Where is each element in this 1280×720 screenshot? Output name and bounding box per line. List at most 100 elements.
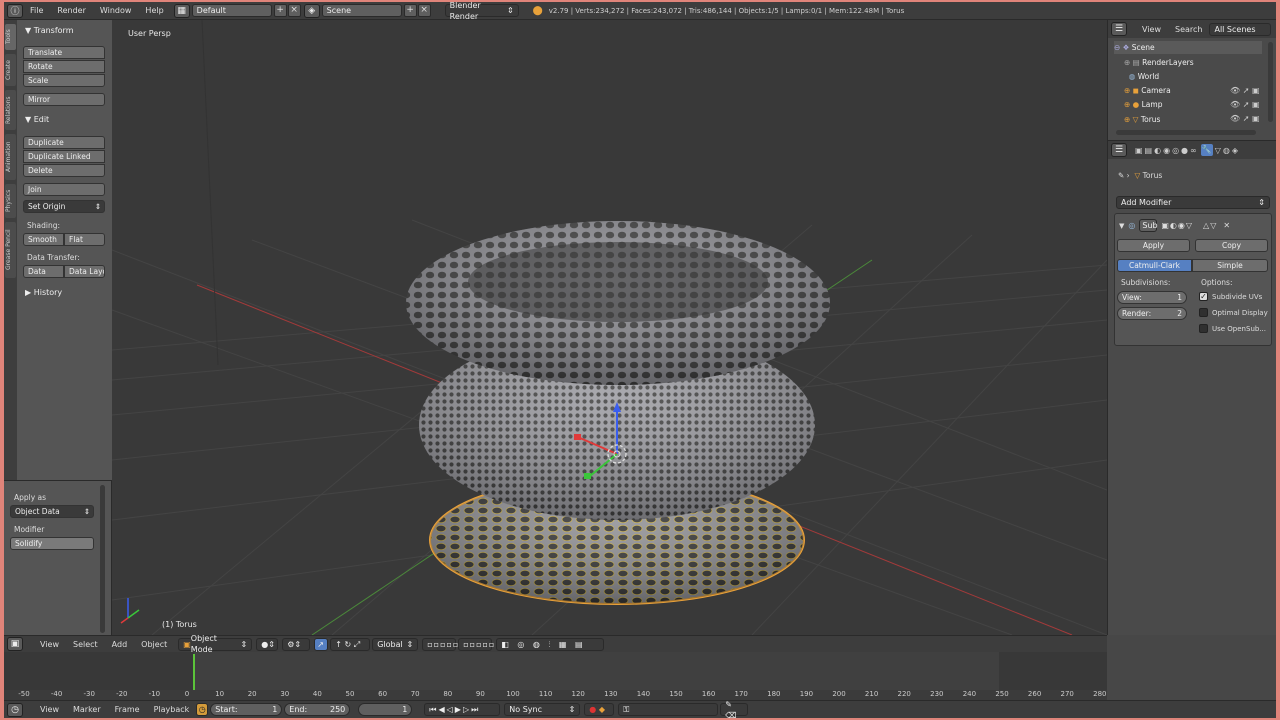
outliner-hscrollbar[interactable] — [1116, 130, 1256, 135]
preview-range-icon[interactable]: ◷ — [196, 703, 209, 716]
opensubdiv-checkbox[interactable]: Use OpenSub... — [1199, 324, 1266, 333]
history-header[interactable]: ▶ History — [25, 288, 62, 297]
current-frame-field[interactable]: 1 — [358, 703, 413, 716]
outliner-item-renderlayers[interactable]: ⊕ ▤ RenderLayers — [1124, 56, 1274, 69]
pin-icon[interactable]: ✎ — [1118, 171, 1124, 180]
catmull-clark-button[interactable]: Catmull-Clark — [1117, 259, 1192, 272]
context-tab-icons[interactable]: ▣▤◐◉◎●∞ — [1135, 146, 1199, 155]
timeline-playback-menu[interactable]: Playback — [147, 705, 197, 714]
view-levels-field[interactable]: View: 1 — [1117, 291, 1187, 304]
scale-button[interactable]: Scale — [23, 74, 105, 87]
shading-dropdown[interactable]: ●⇕ — [256, 637, 279, 651]
subdivide-uvs-checkbox[interactable]: ✓ Subdivide UVs — [1199, 292, 1262, 301]
render-engine-dropdown[interactable]: Blender Render ⇕ — [444, 2, 519, 21]
mirror-button[interactable]: Mirror — [23, 93, 105, 106]
properties-editor-icon[interactable]: ☰ — [1111, 143, 1127, 157]
menu-render[interactable]: Render — [50, 6, 92, 15]
tab-physics[interactable]: Physics — [5, 184, 16, 218]
pivot-dropdown[interactable]: ⚙⇕ — [282, 637, 311, 651]
end-frame-field[interactable]: End: 250 — [284, 703, 351, 716]
visibility-icons[interactable]: 👁 ➚ ▣ 👁 ➚ ▣ 👁 ➚ ▣ — [1230, 84, 1260, 126]
manipulator-modes-icons[interactable]: ↑ ↻ ⤢ — [330, 637, 371, 651]
scene-icon[interactable]: ◈ — [303, 3, 320, 18]
apply-button[interactable]: Apply — [1117, 239, 1190, 252]
render-levels-field[interactable]: Render: 2 — [1117, 307, 1187, 320]
mode-dropdown[interactable]: ▣ Object Mode ⇕ — [178, 634, 253, 654]
duplicate-button[interactable]: Duplicate — [23, 136, 105, 149]
outliner-view-menu[interactable]: View — [1135, 25, 1168, 34]
3d-viewport[interactable]: User Persp (1) Torus — [112, 20, 1107, 635]
keyframe-insert-icons[interactable]: ✎ ⌫ — [720, 700, 749, 718]
tab-relations[interactable]: Relations — [5, 90, 16, 130]
wrench-icon[interactable]: 🔧 — [1200, 144, 1213, 156]
close-icon[interactable]: ✕ — [1223, 221, 1230, 230]
menu-file[interactable]: File — [23, 6, 50, 15]
layers-grid-b[interactable]: ▫▫▫▫▫ — [458, 637, 494, 651]
record-keyframe-icons[interactable]: ● ◆ — [584, 703, 615, 716]
timeline-editor-icon[interactable]: ◷ — [7, 702, 23, 717]
tab-tools[interactable]: Tools — [5, 24, 16, 50]
data-button[interactable]: Data — [23, 265, 64, 278]
screen-layout-field[interactable]: Default — [191, 4, 272, 17]
viewport-editor-icon[interactable]: ▣ — [7, 637, 23, 651]
tab-grease-pencil[interactable]: Grease Pencil — [5, 222, 16, 278]
apply-as-dropdown[interactable]: Object Data ⇕ — [10, 505, 94, 518]
outliner-filter-dropdown[interactable]: All Scenes — [1209, 22, 1272, 36]
snapping-and-render-icons[interactable]: ◧ ◎ ◍ ⫶ ▦ ▤ — [496, 637, 605, 651]
viewport-object-menu[interactable]: Object — [134, 640, 174, 649]
menu-help[interactable]: Help — [138, 6, 170, 15]
layout-icon[interactable]: ▦ — [173, 3, 190, 18]
scene-field[interactable]: Scene — [321, 4, 402, 17]
menu-window[interactable]: Window — [93, 6, 139, 15]
flat-button[interactable]: Flat — [64, 233, 105, 246]
sync-dropdown[interactable]: No Sync ⇕ — [504, 703, 581, 716]
collapse-icon[interactable]: ▼ — [1119, 222, 1124, 230]
more-tab-icons[interactable]: ▽◍◈ — [1215, 146, 1240, 155]
data-layout-button[interactable]: Data Layo — [64, 265, 105, 278]
add-modifier-dropdown[interactable]: Add Modifier ⇕ — [1116, 196, 1270, 209]
remove-layout-icon[interactable]: × — [287, 4, 301, 17]
edit-header[interactable]: ▼ Edit — [25, 115, 49, 124]
editor-type-icon[interactable]: ⓘ — [7, 3, 23, 18]
outliner-item-scene[interactable]: ⊖ ❖ Scene — [1114, 41, 1262, 54]
keying-set-field[interactable]: ⚿ — [618, 703, 719, 716]
copy-button[interactable]: Copy — [1195, 239, 1268, 252]
rotate-button[interactable]: Rotate — [23, 60, 105, 73]
delete-button[interactable]: Delete — [23, 164, 105, 177]
outliner-search-menu[interactable]: Search — [1168, 25, 1209, 34]
duplicate-linked-button[interactable]: Duplicate Linked — [23, 150, 105, 163]
translate-button[interactable]: Translate — [23, 46, 105, 59]
tab-create[interactable]: Create — [5, 54, 16, 86]
panel-scrollbar[interactable] — [100, 485, 105, 633]
viewport-add-menu[interactable]: Add — [105, 640, 135, 649]
add-layout-icon[interactable]: + — [273, 4, 287, 17]
set-origin-dropdown[interactable]: Set Origin ⇕ — [23, 200, 105, 213]
add-scene-icon[interactable]: + — [403, 4, 417, 17]
remove-scene-icon[interactable]: × — [417, 4, 431, 17]
outliner-vscrollbar[interactable] — [1268, 42, 1273, 122]
layers-grid-a[interactable]: ▫▫▫▫▫ — [422, 637, 458, 651]
optimal-display-checkbox[interactable]: Optimal Display — [1199, 308, 1268, 317]
tab-animation[interactable]: Animation — [5, 134, 16, 180]
timeline-frame-menu[interactable]: Frame — [108, 705, 147, 714]
manipulator-toggle-icon[interactable]: ↗ — [314, 637, 329, 651]
timeline[interactable]: -50 -40 -30 -20 -10 0 10 20 30 40 50 60 70 80 90 100 110… — [4, 652, 1107, 700]
current-frame-indicator[interactable] — [193, 654, 195, 690]
viewport-select-menu[interactable]: Select — [66, 640, 105, 649]
orientation-dropdown[interactable]: Global ⇕ — [372, 637, 419, 651]
viewport-view-menu[interactable]: View — [33, 640, 66, 649]
smooth-button[interactable]: Smooth — [23, 233, 64, 246]
modifier-field[interactable]: Solidify — [10, 537, 94, 550]
simple-button[interactable]: Simple — [1192, 259, 1268, 272]
playback-controls[interactable]: ⏮◀◁▶▷⏭ — [424, 703, 501, 716]
outliner-editor-icon[interactable]: ☰ — [1111, 22, 1127, 36]
outliner-item-world[interactable]: ◍ World — [1124, 70, 1274, 83]
start-frame-field[interactable]: Start: 1 — [210, 703, 283, 716]
modifier-display-icons[interactable]: ▣◐◉▽ — [1161, 221, 1193, 230]
modifier-name-field[interactable]: Sub — [1139, 219, 1158, 232]
timeline-marker-menu[interactable]: Marker — [66, 705, 108, 714]
timeline-view-menu[interactable]: View — [33, 705, 66, 714]
transform-header[interactable]: ▼ Transform — [25, 26, 74, 35]
join-button[interactable]: Join — [23, 183, 105, 196]
move-updown-icons[interactable]: △▽ — [1203, 221, 1217, 230]
